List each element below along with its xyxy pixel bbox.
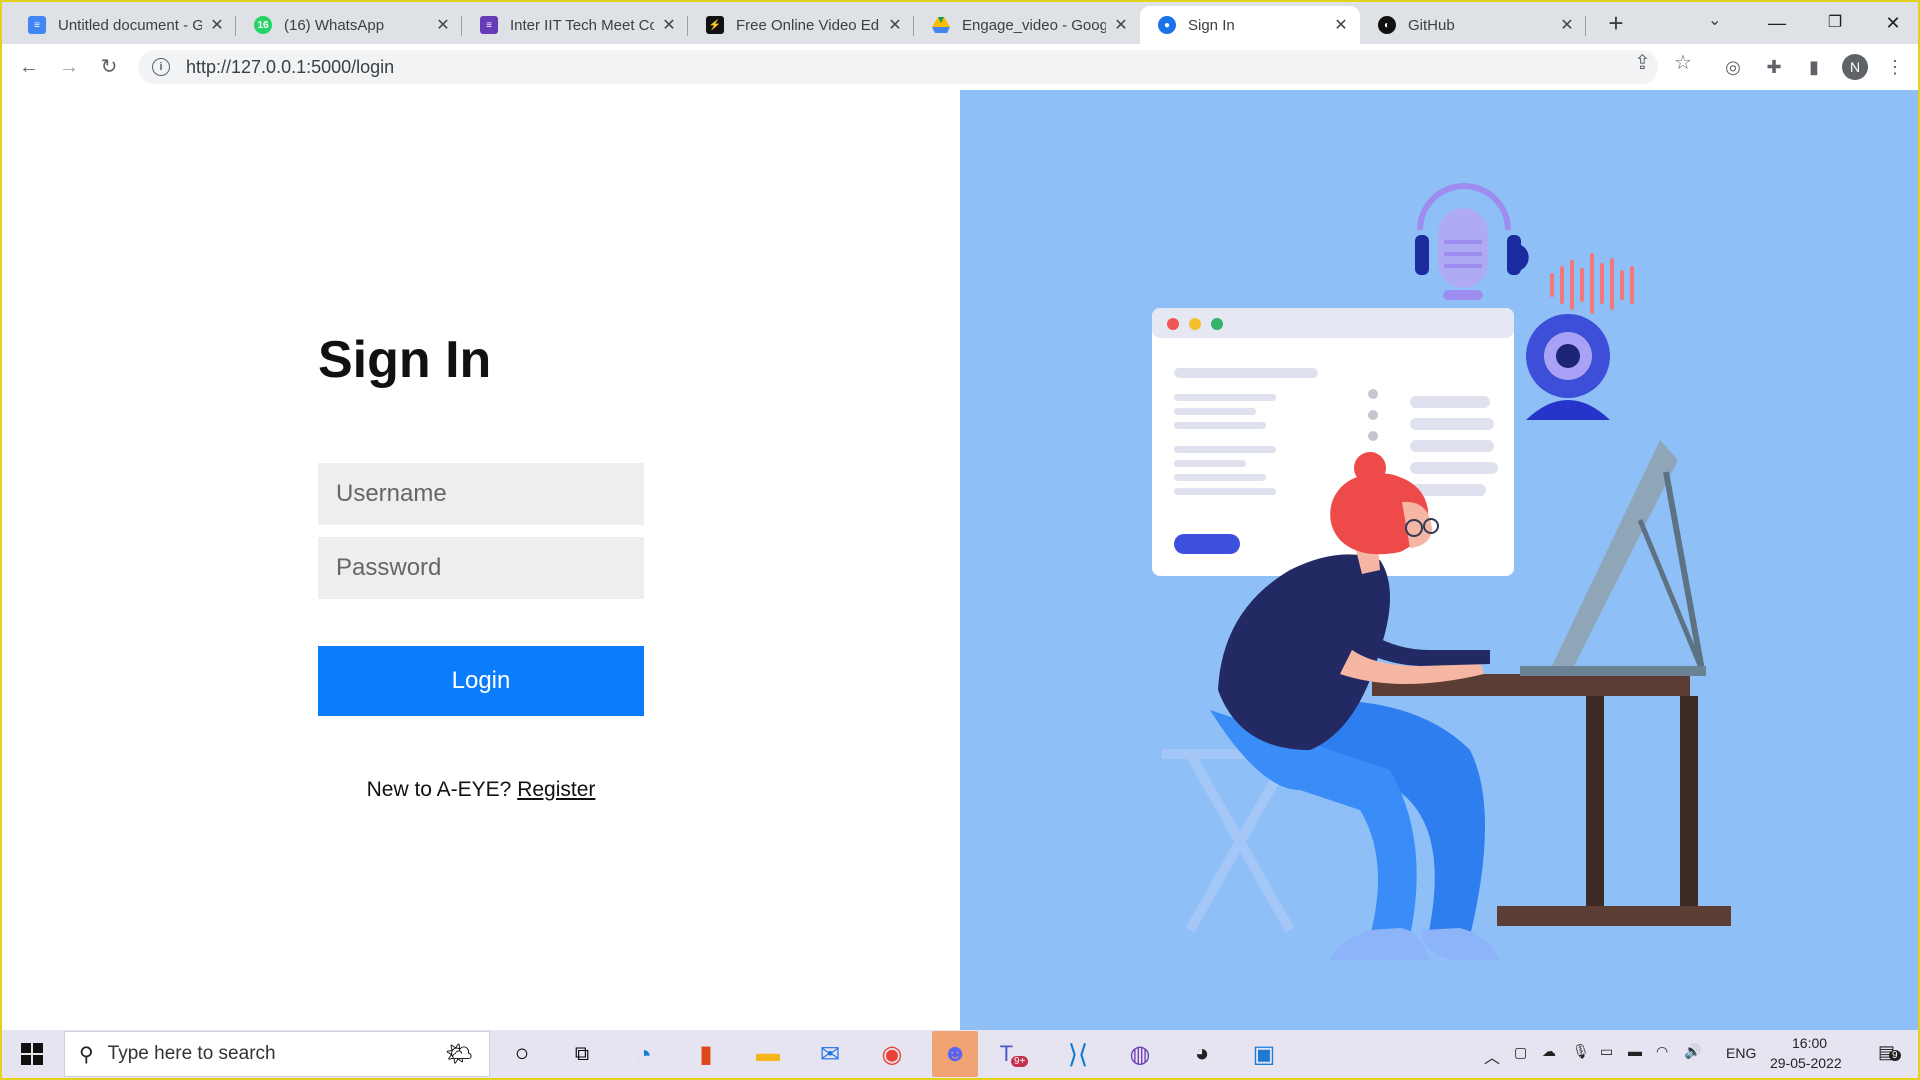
battery-icon[interactable]: ▬ xyxy=(1628,1043,1642,1059)
language-indicator[interactable]: ENG xyxy=(1726,1045,1756,1061)
office-icon[interactable]: ▮ xyxy=(688,1036,724,1072)
login-button[interactable]: Login xyxy=(318,646,644,716)
windows-start-icon[interactable] xyxy=(14,1036,50,1072)
chrome-icon[interactable]: ◉ xyxy=(874,1036,910,1072)
chevron-up-icon[interactable]: ︿ xyxy=(1484,1044,1500,1068)
browser-toolbar: ← → ↻ i http://127.0.0.1:5000/login ⇪ ☆ … xyxy=(2,44,1918,91)
google-forms-icon: ≡ xyxy=(480,16,498,34)
register-link[interactable]: Register xyxy=(517,778,595,801)
close-icon[interactable]: ✕ xyxy=(1558,15,1576,35)
tab-video-editor[interactable]: ⚡ Free Online Video Edi ✕ xyxy=(688,6,914,44)
webcam-icon xyxy=(1526,314,1610,420)
tab-title: GitHub xyxy=(1408,16,1455,34)
task-view-icon[interactable]: ⧉ xyxy=(564,1036,600,1072)
microphone-tray-icon[interactable]: 🎙 xyxy=(1572,1043,1590,1060)
more-menu-icon[interactable]: ⋮ xyxy=(1884,56,1906,78)
laptop-graphic xyxy=(1520,440,1706,676)
video-editor-icon: ⚡ xyxy=(706,16,724,34)
new-tab-button[interactable]: + xyxy=(1600,8,1632,38)
google-docs-icon: ≡ xyxy=(28,16,46,34)
volume-icon[interactable]: 🔊 xyxy=(1684,1043,1701,1060)
forward-arrow-icon[interactable]: → xyxy=(55,53,83,81)
microphone-icon xyxy=(1415,183,1529,300)
notification-icon[interactable]: ▤9 xyxy=(1878,1042,1901,1063)
close-window-button[interactable]: ✕ xyxy=(1868,8,1918,38)
search-icon: ⚲ xyxy=(79,1043,94,1066)
teams-badge: 9+ xyxy=(1011,1055,1029,1067)
tab-github[interactable]: ◐ GitHub ✕ xyxy=(1360,6,1586,44)
onedrive-icon[interactable]: ☁ xyxy=(1542,1043,1556,1060)
close-icon[interactable]: ✕ xyxy=(660,15,678,35)
vscode-icon[interactable]: ⟩⟨ xyxy=(1060,1036,1096,1072)
whatsapp-icon: 16 xyxy=(254,16,272,34)
password-field[interactable] xyxy=(318,537,644,599)
tab-engage-video[interactable]: Engage_video - Googl ✕ xyxy=(914,6,1140,44)
address-url[interactable]: http://127.0.0.1:5000/login xyxy=(186,57,394,78)
minimize-button[interactable]: — xyxy=(1752,8,1802,38)
username-field[interactable] xyxy=(318,463,644,525)
close-icon[interactable]: ✕ xyxy=(208,15,226,35)
restore-button[interactable]: ❐ xyxy=(1810,8,1860,38)
page-title: Sign In xyxy=(318,331,492,389)
reload-icon[interactable]: ↻ xyxy=(95,53,123,81)
mail-icon[interactable]: ✉ xyxy=(812,1036,848,1072)
search-placeholder: Type here to search xyxy=(107,1043,276,1064)
page-content: Sign In Login New to A-EYE? Register xyxy=(2,90,1918,1030)
video-app-icon[interactable]: ▣ xyxy=(1246,1036,1282,1072)
tab-sign-in[interactable]: ● Sign In ✕ xyxy=(1140,6,1360,44)
register-line: New to A-EYE? Register xyxy=(318,778,644,802)
discord-icon[interactable]: ☻ xyxy=(932,1031,978,1077)
google-lens-icon[interactable]: ◎ xyxy=(1722,56,1744,78)
tab-inter-iit[interactable]: ≡ Inter IIT Tech Meet Co ✕ xyxy=(462,6,688,44)
windows-taskbar: ⚲ Type here to search 🌤 ○ ⧉ ◔ ▮ ▬ ✉ ◉ ☻ … xyxy=(2,1030,1918,1078)
back-arrow-icon[interactable]: ← xyxy=(15,53,43,81)
share-icon[interactable]: ⇪ xyxy=(1634,50,1651,75)
wifi-icon[interactable]: ◠ xyxy=(1656,1043,1668,1060)
sound-wave-icon xyxy=(1550,253,1634,314)
github-icon: ◐ xyxy=(1378,16,1396,34)
globe-icon: ● xyxy=(1158,16,1176,34)
tab-untitled-document[interactable]: ≡ Untitled document - G ✕ xyxy=(10,6,236,44)
google-drive-icon xyxy=(932,16,950,34)
notification-badge: 9 xyxy=(1889,1050,1901,1061)
register-prompt: New to A-EYE? xyxy=(366,778,512,801)
extensions-puzzle-icon[interactable]: ✚ xyxy=(1763,56,1785,78)
clock-time[interactable]: 16:00 xyxy=(1792,1035,1827,1051)
edge-icon[interactable]: ◔ xyxy=(626,1036,662,1072)
tab-title: Inter IIT Tech Meet Co xyxy=(510,16,654,34)
meet-now-icon[interactable]: ▢ xyxy=(1514,1044,1527,1061)
close-icon[interactable]: ✕ xyxy=(1332,15,1350,35)
chevron-down-icon[interactable]: ⌄ xyxy=(1708,10,1721,30)
star-icon[interactable]: ☆ xyxy=(1674,50,1692,75)
file-explorer-icon[interactable]: ▬ xyxy=(750,1036,786,1072)
screen: ≡ Untitled document - G ✕ 16 (16) WhatsA… xyxy=(0,0,1920,1080)
info-icon[interactable]: i xyxy=(152,58,170,76)
tab-title: Free Online Video Edi xyxy=(736,16,880,34)
obs-icon[interactable]: ◕ xyxy=(1184,1036,1220,1072)
tab-whatsapp[interactable]: 16 (16) WhatsApp ✕ xyxy=(236,6,462,44)
close-icon[interactable]: ✕ xyxy=(886,15,904,35)
tab-separator xyxy=(1585,16,1586,36)
tab-title: (16) WhatsApp xyxy=(284,16,385,34)
tab-title: Engage_video - Googl xyxy=(962,16,1106,34)
clock-date[interactable]: 29-05-2022 xyxy=(1770,1055,1842,1071)
browser-tab-strip: ≡ Untitled document - G ✕ 16 (16) WhatsA… xyxy=(2,2,1918,44)
signin-panel: Sign In Login New to A-EYE? Register xyxy=(2,90,960,1030)
github-desktop-icon[interactable]: ◍ xyxy=(1122,1036,1158,1072)
taskbar-search-input[interactable]: ⚲ Type here to search 🌤 xyxy=(64,1031,490,1077)
profile-avatar[interactable]: N xyxy=(1842,54,1868,80)
cortana-icon[interactable]: ○ xyxy=(504,1036,540,1072)
close-icon[interactable]: ✕ xyxy=(434,15,452,35)
browser-window-graphic xyxy=(1152,308,1514,576)
display-icon[interactable]: ▭ xyxy=(1600,1043,1613,1060)
address-bar[interactable]: i http://127.0.0.1:5000/login xyxy=(138,50,1658,84)
illustration-panel xyxy=(960,90,1918,1030)
close-icon[interactable]: ✕ xyxy=(1112,15,1130,35)
person-at-laptop-illustration xyxy=(1152,183,1731,960)
teams-icon[interactable]: T 9+ xyxy=(996,1036,1032,1072)
weather-widget-icon[interactable]: 🌤 xyxy=(445,1041,473,1067)
tab-title: Untitled document - G xyxy=(58,16,202,34)
tab-title: Sign In xyxy=(1188,16,1235,34)
side-panel-icon[interactable]: ▮ xyxy=(1803,56,1825,78)
